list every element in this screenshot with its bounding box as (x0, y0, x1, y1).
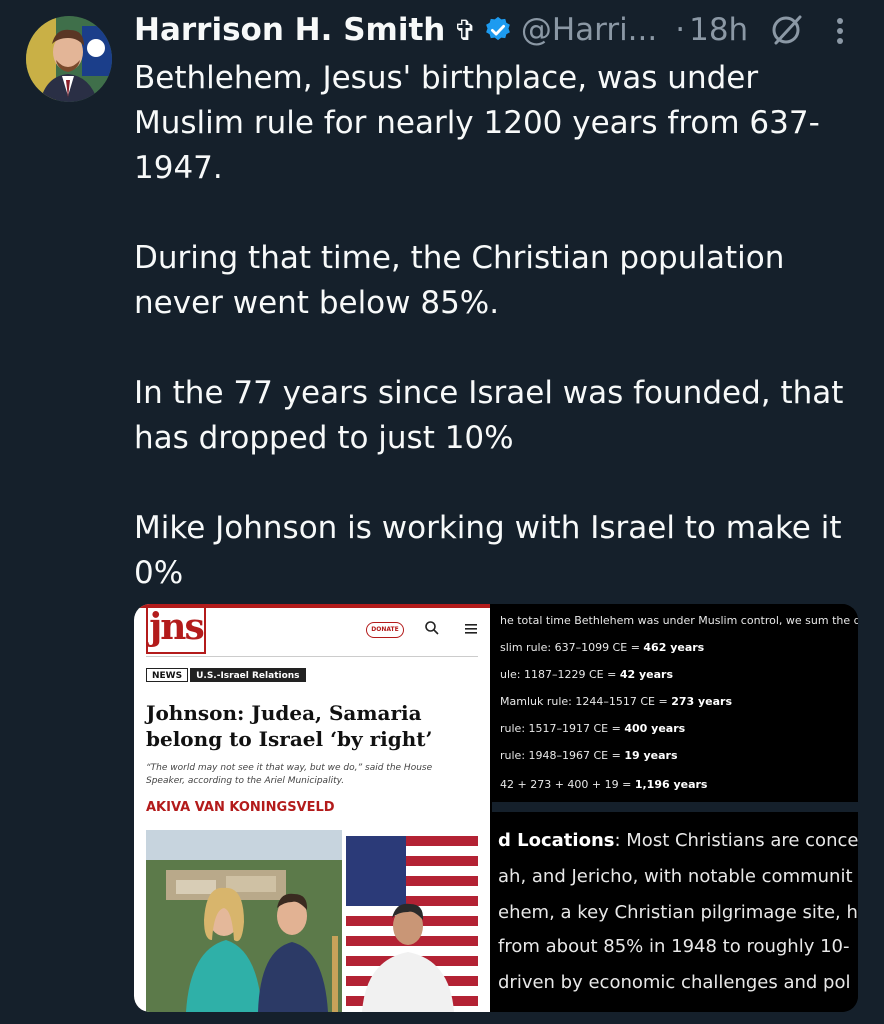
article-byline: AKIVA VAN KONINGSVELD (146, 800, 335, 815)
more-icon[interactable] (832, 14, 848, 48)
article-headline: Johnson: Judea, Samaria belong to Israel… (146, 701, 433, 751)
tweet-header: Harrison H. Smith ✞ @Harri... · 18h (134, 6, 884, 54)
category-tag: NEWS (146, 668, 189, 682)
calc-line: 42 + 273 + 400 + 19 = 1,196 years (500, 778, 708, 791)
ai-answer-screenshot[interactable]: he total time Bethlehem was under Muslim… (492, 604, 858, 1012)
cross-emoji: ✞ (453, 13, 477, 47)
calc-line: rule: 1517–1917 CE = 400 years (500, 722, 686, 735)
answer-line: from about 85% in 1948 to roughly 10- (498, 936, 850, 957)
calc-line: ule: 1187–1229 CE = 42 years (500, 668, 673, 681)
calc-line: Mamluk rule: 1244–1517 CE = 273 years (500, 695, 733, 708)
media-grid[interactable]: jns DONATE NEWS U.S.-Israel Relations Jo… (134, 604, 858, 1012)
category-tags: NEWS U.S.-Israel Relations (146, 668, 306, 682)
divider (146, 656, 478, 657)
calc-line: rule: 1948–1967 CE = 19 years (500, 749, 678, 762)
donate-button: DONATE (366, 622, 404, 638)
article-dek: “The world may not see it that way, but … (146, 763, 433, 786)
tweet-text: Bethlehem, Jesus' birthplace, was under … (134, 60, 844, 591)
avatar[interactable] (26, 16, 112, 102)
author-handle[interactable]: @Harri... (521, 12, 657, 48)
calc-line: slim rule: 637–1099 CE = 462 years (500, 641, 705, 654)
calc-line: he total time Bethlehem was under Muslim… (500, 614, 858, 627)
author-name[interactable]: Harrison H. Smith (134, 12, 445, 48)
article-photo-image (146, 830, 478, 1012)
hamburger-menu-icon (465, 624, 477, 634)
article-photo (146, 830, 478, 1012)
jns-logo: jns (146, 608, 206, 654)
search-icon (425, 621, 439, 635)
avatar-image (26, 16, 112, 102)
timestamp[interactable]: 18h (689, 12, 748, 48)
panel-divider (492, 802, 858, 812)
article-screenshot[interactable]: jns DONATE NEWS U.S.-Israel Relations Jo… (134, 604, 490, 1012)
answer-line: ehem, a key Christian pilgrimage site, h (498, 902, 858, 923)
answer-line: ah, and Jericho, with notable communit (498, 866, 853, 887)
separator-dot: · (675, 12, 686, 48)
verified-badge-icon[interactable] (483, 15, 513, 45)
subcategory-tag: U.S.-Israel Relations (190, 668, 306, 682)
answer-line: d Locations: Most Christians are conce (498, 830, 858, 851)
grok-icon[interactable] (770, 13, 804, 47)
answer-line: driven by economic challenges and pol (498, 972, 851, 993)
